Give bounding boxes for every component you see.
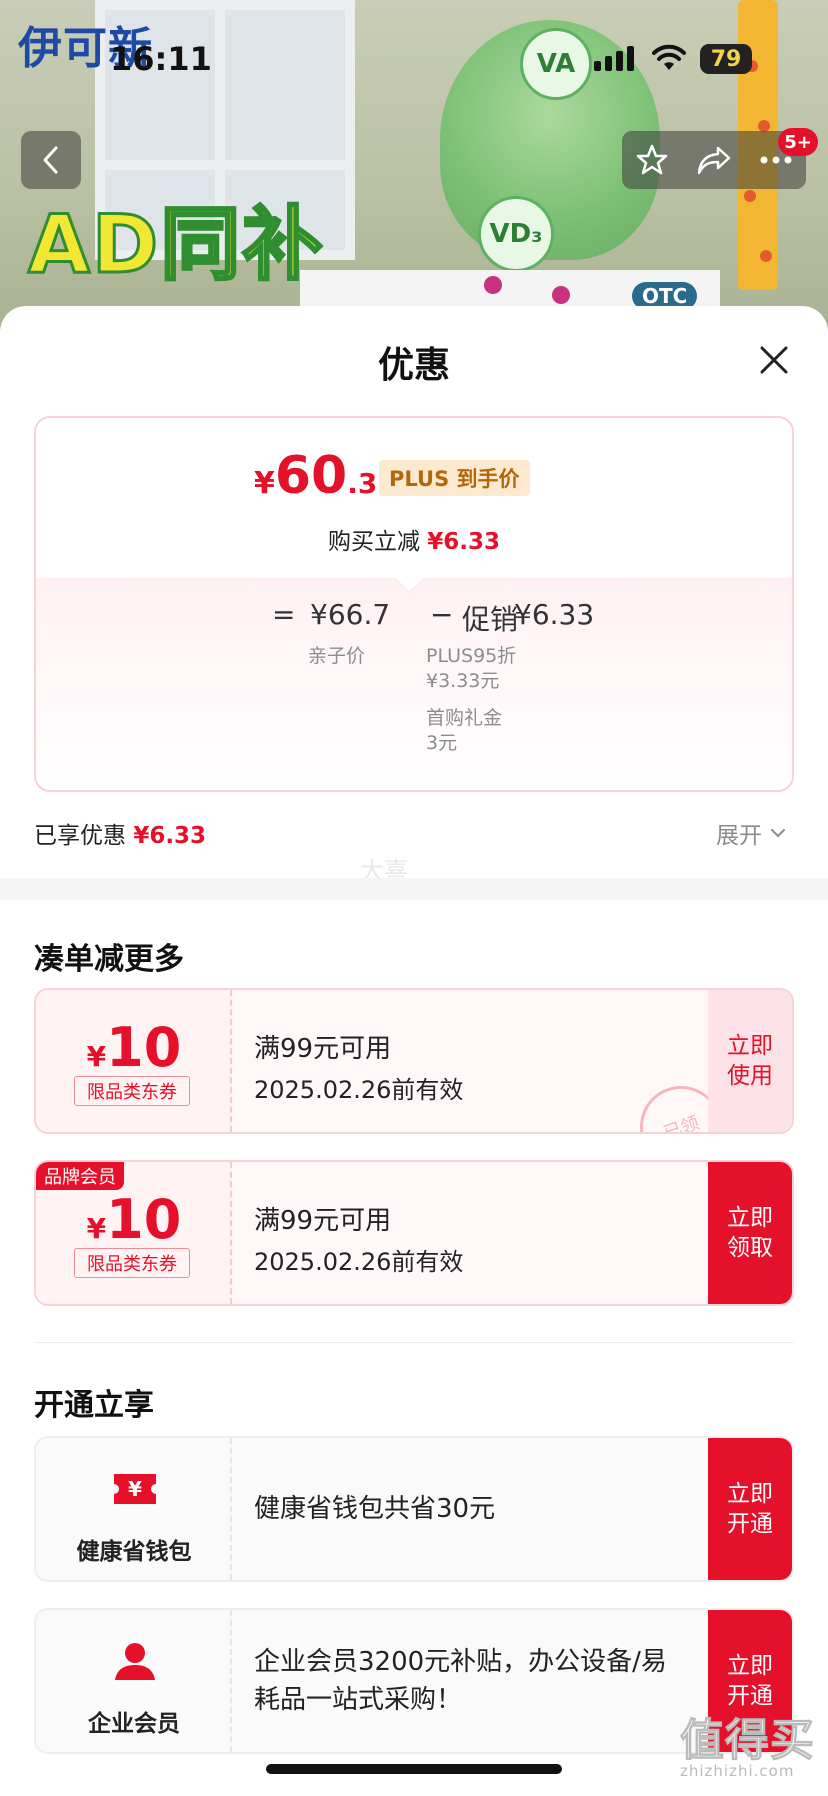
- person-icon: [115, 1643, 155, 1680]
- open-card-name: 健康省钱包: [76, 1539, 192, 1565]
- discount-sheet: 优惠 ¥60.37 PLUS 到手价 购买立减 ¥6.33 = ¥66.7 − …: [0, 306, 828, 1796]
- share-icon[interactable]: [696, 143, 732, 177]
- hero-dot: [484, 276, 502, 294]
- site-watermark: 值得买: [680, 1715, 815, 1767]
- more-section-title: 凑单减更多: [34, 942, 184, 977]
- promo-detail-2-value: 3元: [426, 732, 458, 754]
- coupon-kind-tag: 限品类东券: [74, 1076, 190, 1106]
- wallet-yen-icon: ¥: [114, 1474, 156, 1504]
- open-card-name: 企业会员: [88, 1711, 180, 1737]
- coupon-validity: 2025.02.26前有效: [254, 1076, 464, 1104]
- coupon-amount-value: 10: [106, 1016, 182, 1079]
- base-price-value: ¥66.7: [310, 598, 391, 631]
- use-coupon-button[interactable]: 立即 使用: [708, 990, 792, 1132]
- coupon-kind-tag: 限品类东券: [74, 1248, 190, 1278]
- chevron-down-icon: [771, 829, 785, 838]
- svg-text:¥: ¥: [128, 1477, 142, 1501]
- coupon-currency: ¥: [86, 1212, 107, 1245]
- coupon-currency: ¥: [86, 1040, 107, 1073]
- equals-sign: =: [272, 598, 296, 631]
- enjoyed-discount: 已享优惠 ¥6.33: [34, 816, 206, 850]
- coupon-card-2: 品牌会员 ¥10 限品类东券 满99元可用 2025.02.26前有效 立即 领取: [34, 1160, 794, 1306]
- section-divider: [34, 1342, 794, 1343]
- home-indicator: [266, 1764, 562, 1774]
- hero-headline: AD同补: [26, 197, 325, 293]
- plus-price-tag: PLUS 到手价: [379, 460, 530, 496]
- coupon-amount: ¥10: [36, 1016, 232, 1079]
- base-price-label: 亲子价: [308, 645, 366, 667]
- open-wallet-button[interactable]: 立即 开通: [708, 1438, 792, 1580]
- chevron-left-icon: [43, 146, 58, 174]
- promo-label: 促销: [462, 603, 519, 636]
- enjoyed-discount-label: 已享优惠: [34, 823, 126, 849]
- hero-ball-va: VA: [520, 28, 592, 100]
- wifi-icon: [652, 44, 686, 70]
- instant-discount-label: 购买立减: [327, 529, 420, 555]
- instant-discount-line: 购买立减 ¥6.33: [36, 522, 792, 556]
- battery-indicator: 79: [700, 44, 752, 74]
- final-price: ¥60.37: [254, 446, 397, 506]
- claim-coupon-button[interactable]: 立即 领取: [708, 1162, 792, 1304]
- open-section-title: 开通立享: [34, 1388, 154, 1423]
- enjoyed-discount-value: ¥6.33: [133, 823, 207, 849]
- brand-member-tag: 品牌会员: [36, 1162, 124, 1190]
- open-card-desc: 企业会员3200元补贴，办公设备/易耗品一站式采购！: [254, 1647, 667, 1715]
- expand-button[interactable]: 展开: [716, 816, 786, 850]
- price-calc-area: [36, 578, 792, 790]
- open-card-wallet: ¥ 健康省钱包 健康省钱包共省30元 立即 开通: [34, 1436, 794, 1582]
- close-icon[interactable]: [756, 342, 792, 378]
- price-breakdown-card: ¥60.37 PLUS 到手价 购买立减 ¥6.33 = ¥66.7 − 促销 …: [34, 416, 794, 792]
- minus-sign: −: [430, 598, 454, 631]
- promo-value: ¥6.33: [514, 598, 595, 631]
- final-price-currency: ¥: [254, 466, 275, 501]
- more-icon[interactable]: [759, 155, 793, 165]
- open-card-desc: 健康省钱包共省30元: [254, 1494, 496, 1524]
- promo-detail-2-name: 首购礼金: [426, 707, 503, 729]
- promo-detail-1-name: PLUS95折: [426, 645, 517, 667]
- promo-detail-1-value: ¥3.33元: [426, 670, 500, 692]
- status-time: 16:11: [110, 40, 212, 78]
- coupon-card-1: ¥10 限品类东券 满99元可用 2025.02.26前有效 已领 立即 使用: [34, 988, 794, 1134]
- coupon-condition: 满99元可用: [254, 1206, 392, 1236]
- sheet-title: 优惠: [377, 345, 450, 386]
- coupon-validity: 2025.02.26前有效: [254, 1248, 464, 1276]
- hero-ball-vd3: VD₃: [478, 196, 554, 272]
- final-price-integer: 60: [274, 446, 348, 506]
- instant-discount-amount: ¥6.33: [427, 529, 501, 555]
- expand-label: 展开: [716, 823, 762, 849]
- coupon-amount: ¥10: [36, 1188, 232, 1251]
- coupon-amount-value: 10: [106, 1188, 182, 1251]
- section-separator: [0, 878, 828, 900]
- site-watermark-url: zhizhizhi.com: [680, 1762, 795, 1780]
- hero-dot: [552, 286, 570, 304]
- star-favorite-icon[interactable]: [635, 143, 669, 177]
- back-button[interactable]: [21, 131, 81, 189]
- cellular-signal-icon: [594, 46, 634, 71]
- coupon-condition: 满99元可用: [254, 1034, 392, 1064]
- message-count-badge: 5+: [778, 128, 818, 156]
